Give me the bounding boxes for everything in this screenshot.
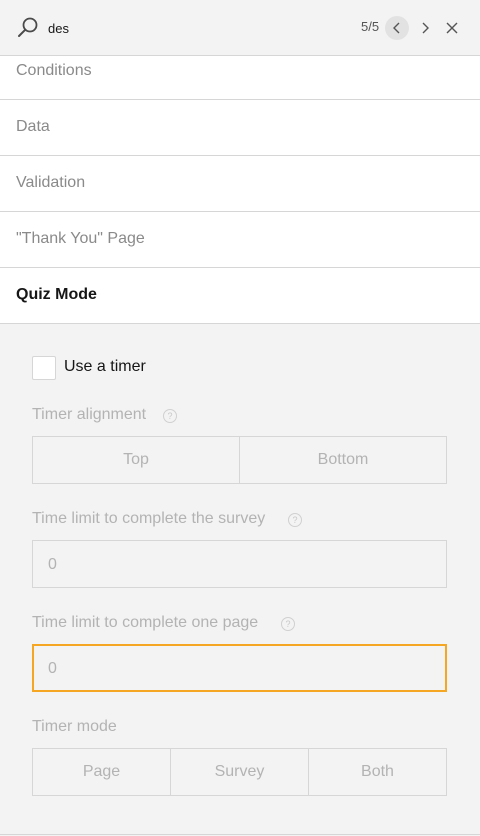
section-quiz-mode[interactable]: Quiz Mode xyxy=(0,268,480,324)
section-data[interactable]: Data xyxy=(0,100,480,156)
use-timer-label[interactable]: Use a timer xyxy=(64,358,146,376)
search-bar: 5/5 xyxy=(0,0,480,56)
close-icon xyxy=(446,22,458,34)
section-label: Data xyxy=(16,118,50,135)
time-limit-page-input[interactable] xyxy=(48,658,428,680)
close-search-button[interactable] xyxy=(440,16,464,40)
help-icon[interactable]: ? xyxy=(163,409,177,423)
timer-mode-group: Page Survey Both xyxy=(32,748,447,796)
search-result-count: 5/5 xyxy=(361,19,380,34)
timer-mode-survey-button[interactable]: Survey xyxy=(171,749,309,795)
time-limit-survey-input[interactable] xyxy=(48,554,428,576)
section-thank-you-page[interactable]: "Thank You" Page xyxy=(0,212,480,268)
timer-mode-both-button[interactable]: Both xyxy=(309,749,446,795)
search-input[interactable] xyxy=(48,17,338,39)
next-result-button[interactable] xyxy=(413,16,437,40)
help-icon[interactable]: ? xyxy=(281,617,295,631)
timer-alignment-label: Timer alignment xyxy=(32,406,147,423)
time-limit-survey-label: Time limit to complete the survey xyxy=(32,510,266,527)
timer-alignment-bottom-button[interactable]: Bottom xyxy=(240,437,446,483)
timer-mode-page-button[interactable]: Page xyxy=(33,749,171,795)
timer-mode-label: Timer mode xyxy=(32,718,117,735)
time-limit-page-label: Time limit to complete one page xyxy=(32,614,259,631)
section-label: "Thank You" Page xyxy=(16,230,145,247)
section-label: Conditions xyxy=(16,62,92,79)
previous-result-button[interactable] xyxy=(385,16,409,40)
search-icon xyxy=(17,16,39,38)
chevron-left-icon xyxy=(393,22,400,34)
timer-alignment-group: Top Bottom xyxy=(32,436,447,484)
help-icon[interactable]: ? xyxy=(288,513,302,527)
section-label: Validation xyxy=(16,174,86,191)
chevron-right-icon xyxy=(422,22,429,34)
divider xyxy=(0,834,480,835)
time-limit-page-field xyxy=(32,644,447,692)
time-limit-survey-field xyxy=(32,540,447,588)
section-validation[interactable]: Validation xyxy=(0,156,480,212)
timer-alignment-top-button[interactable]: Top xyxy=(33,437,240,483)
use-timer-checkbox[interactable] xyxy=(32,356,56,380)
section-label: Quiz Mode xyxy=(16,286,97,303)
section-conditions[interactable]: Conditions xyxy=(0,56,480,100)
